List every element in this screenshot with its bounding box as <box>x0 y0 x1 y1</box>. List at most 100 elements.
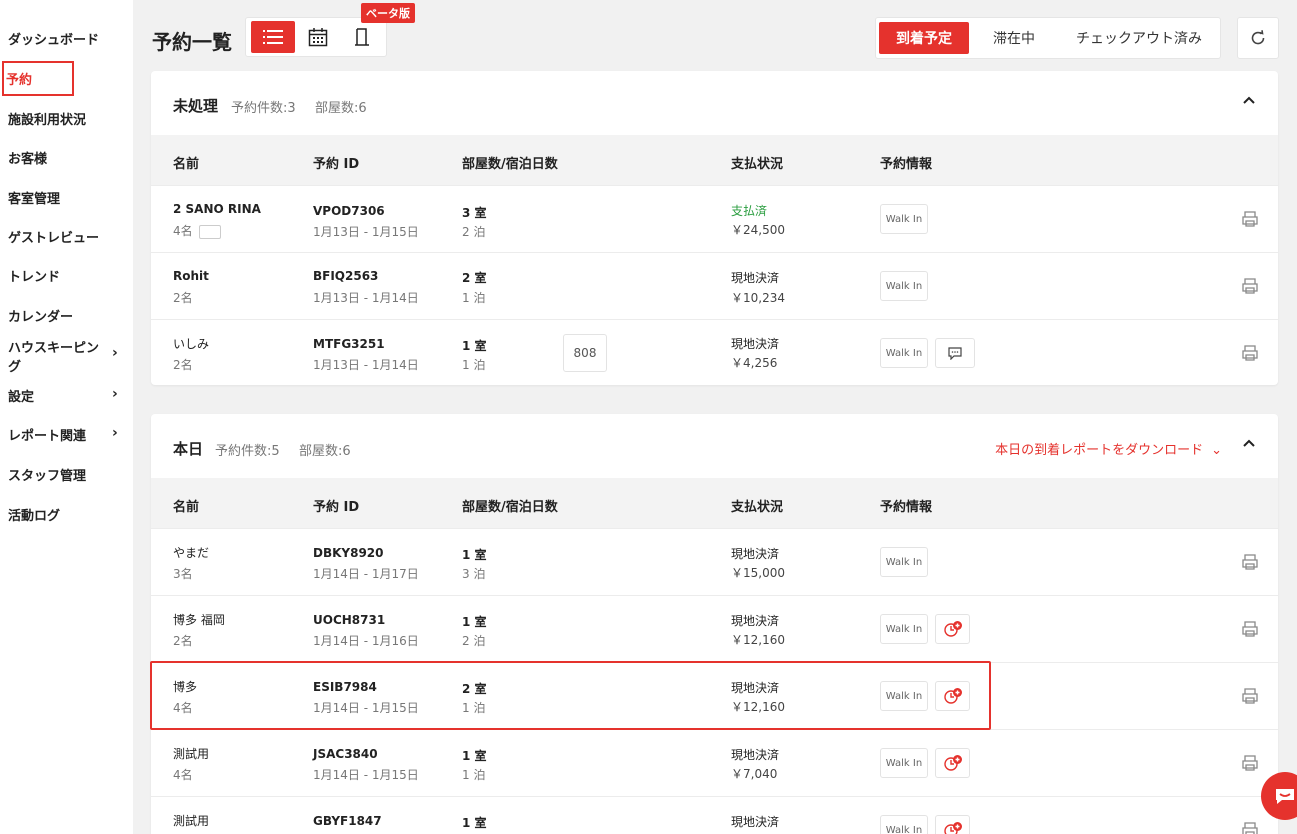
stay-dates: 1月13日 - 1月14日 <box>313 291 419 305</box>
stay-dates: 1月13日 - 1月15日 <box>313 225 419 239</box>
chat-icon <box>1276 789 1294 804</box>
list-icon <box>263 30 283 44</box>
stay-dates: 1月14日 - 1月17日 <box>313 567 419 581</box>
print-icon[interactable] <box>1241 687 1259 705</box>
section-header: 未処理 予約件数:3 部屋数:6 <box>151 71 1278 135</box>
walk-in-tag: Walk In <box>880 338 928 368</box>
reservation-id[interactable]: BFIQ2563 <box>313 269 378 283</box>
table-header: 名前 予約 ID 部屋数/宿泊日数 支払状況 予約情報 <box>151 478 1278 528</box>
reservation-id[interactable]: UOCH8731 <box>313 613 385 627</box>
tab-arrivals[interactable]: 到着予定 <box>879 22 969 54</box>
table-row[interactable]: Rohit 2名 BFIQ2563 1月13日 - 1月14日 2 室 1 泊 … <box>151 252 1278 319</box>
sidebar-item-settings[interactable]: 設定 › <box>8 386 118 405</box>
sidebar-item-room-management[interactable]: 客室管理 <box>8 188 60 207</box>
print-icon[interactable] <box>1241 344 1259 362</box>
payment-amount: ￥12,160 <box>731 633 785 647</box>
table-row[interactable]: 2 SANO RINA 4名 VPOD7306 1月13日 - 1月15日 3 … <box>151 185 1278 252</box>
guest-count: 4名 <box>173 224 193 238</box>
night-count: 1 泊 <box>462 291 486 305</box>
calendar-icon <box>308 28 328 47</box>
sidebar-item-staff[interactable]: スタッフ管理 <box>8 465 86 484</box>
print-icon[interactable] <box>1241 210 1259 228</box>
late-checkin-button[interactable] <box>935 614 970 644</box>
table-row[interactable]: いしみ 2名 MTFG3251 1月13日 - 1月14日 1 室 1 泊 80… <box>151 319 1278 385</box>
clock-plus-icon <box>943 621 962 637</box>
late-checkin-button[interactable] <box>935 748 970 778</box>
sidebar-item-customers[interactable]: お客様 <box>8 148 47 167</box>
list-view-button[interactable] <box>251 21 295 53</box>
sidebar-item-trends[interactable]: トレンド <box>8 266 60 285</box>
night-count: 2 泊 <box>462 225 486 239</box>
message-icon <box>948 346 962 360</box>
section-title: 本日 <box>173 440 204 458</box>
payment-status: 現地決済 <box>731 271 780 285</box>
sidebar-item-reports[interactable]: レポート関連 › <box>8 425 118 444</box>
clock-plus-icon <box>943 755 962 771</box>
door-icon <box>355 28 369 46</box>
room-count: 3 室 <box>462 206 487 220</box>
table-row[interactable]: 測試用 GBYF1847 1 室 現地決済 Walk In <box>151 796 1278 834</box>
reservation-count: 予約件数:5 <box>215 444 280 459</box>
sidebar-item-calendar[interactable]: カレンダー <box>8 306 73 325</box>
payment-amount: ￥15,000 <box>731 566 785 580</box>
room-count: 1 室 <box>462 615 487 629</box>
sidebar-item-label: ハウスキーピン <box>8 341 100 356</box>
tab-in-house[interactable]: 滞在中 <box>974 22 1054 54</box>
print-icon[interactable] <box>1241 277 1259 295</box>
reservation-id[interactable]: VPOD7306 <box>313 204 385 218</box>
col-reservation-id: 予約 ID <box>313 157 360 172</box>
payment-status: 現地決済 <box>731 815 780 829</box>
reservation-id[interactable]: JSAC3840 <box>313 747 378 761</box>
door-view-button[interactable] <box>340 21 384 53</box>
tab-checked-out[interactable]: チェックアウト済み <box>1059 22 1219 54</box>
col-name: 名前 <box>173 157 200 172</box>
table-row[interactable]: 博多 福岡 2名 UOCH8731 1月14日 - 1月16日 1 室 2 泊 … <box>151 595 1278 662</box>
sidebar-item-activity-log[interactable]: 活動ログ <box>8 505 60 524</box>
sidebar-item-dashboard[interactable]: ダッシュボード <box>8 29 99 48</box>
message-button[interactable] <box>935 338 975 368</box>
col-payment: 支払状況 <box>731 157 784 172</box>
row-highlight-annotation <box>150 661 991 730</box>
sidebar-item-guest-reviews[interactable]: ゲストレビュー <box>8 227 99 246</box>
guest-name: 測試用 <box>173 747 210 761</box>
download-report-link[interactable]: 本日の到着レポートをダウンロード ⌄ <box>995 439 1222 458</box>
walk-in-tag: Walk In <box>880 614 928 644</box>
print-icon[interactable] <box>1241 754 1259 772</box>
chevron-right-icon: › <box>112 425 118 441</box>
sidebar-item-reservations[interactable]: 予約 <box>2 61 75 96</box>
chevron-right-icon: › <box>112 386 118 402</box>
print-icon[interactable] <box>1241 620 1259 638</box>
download-report-label: 本日の到着レポートをダウンロード <box>995 443 1204 458</box>
stay-dates: 1月13日 - 1月14日 <box>313 358 419 372</box>
reservation-id[interactable]: GBYF1847 <box>313 814 382 828</box>
col-rooms-nights: 部屋数/宿泊日数 <box>462 500 558 515</box>
reservation-id[interactable]: MTFG3251 <box>313 337 385 351</box>
room-number-chip[interactable]: 808 <box>563 334 607 372</box>
print-icon[interactable] <box>1241 821 1259 834</box>
walk-in-tag: Walk In <box>880 748 928 778</box>
refresh-button[interactable] <box>1237 17 1279 59</box>
sidebar-item-housekeeping[interactable]: ハウスキーピン グ › <box>8 337 118 375</box>
table-row[interactable]: 測試用 4名 JSAC3840 1月14日 - 1月15日 1 室 1 泊 現地… <box>151 729 1278 796</box>
guest-count-wrap: 4名 <box>173 222 221 239</box>
stay-dates: 1月14日 - 1月15日 <box>313 768 419 782</box>
late-checkin-button[interactable] <box>935 815 970 834</box>
col-rooms-nights: 部屋数/宿泊日数 <box>462 157 558 172</box>
chevron-up-icon[interactable] <box>1242 436 1256 450</box>
walk-in-tag: Walk In <box>880 204 928 234</box>
walk-in-tag: Walk In <box>880 547 928 577</box>
col-name: 名前 <box>173 500 200 515</box>
guest-name: 2 SANO RINA <box>173 202 261 216</box>
guest-name: 博多 福岡 <box>173 613 225 627</box>
reservation-id[interactable]: DBKY8920 <box>313 546 384 560</box>
room-count: 1 室 <box>462 339 487 353</box>
room-count: 1 室 <box>462 548 487 562</box>
room-count: 部屋数:6 <box>299 444 351 459</box>
chevron-up-icon[interactable] <box>1242 93 1256 107</box>
payment-amount: ￥10,234 <box>731 291 785 305</box>
guest-count: 2名 <box>173 634 193 648</box>
table-row[interactable]: やまだ 3名 DBKY8920 1月14日 - 1月17日 1 室 3 泊 現地… <box>151 528 1278 595</box>
print-icon[interactable] <box>1241 553 1259 571</box>
sidebar-item-facility-usage[interactable]: 施設利用状況 <box>8 109 86 128</box>
calendar-view-button[interactable] <box>296 21 340 53</box>
